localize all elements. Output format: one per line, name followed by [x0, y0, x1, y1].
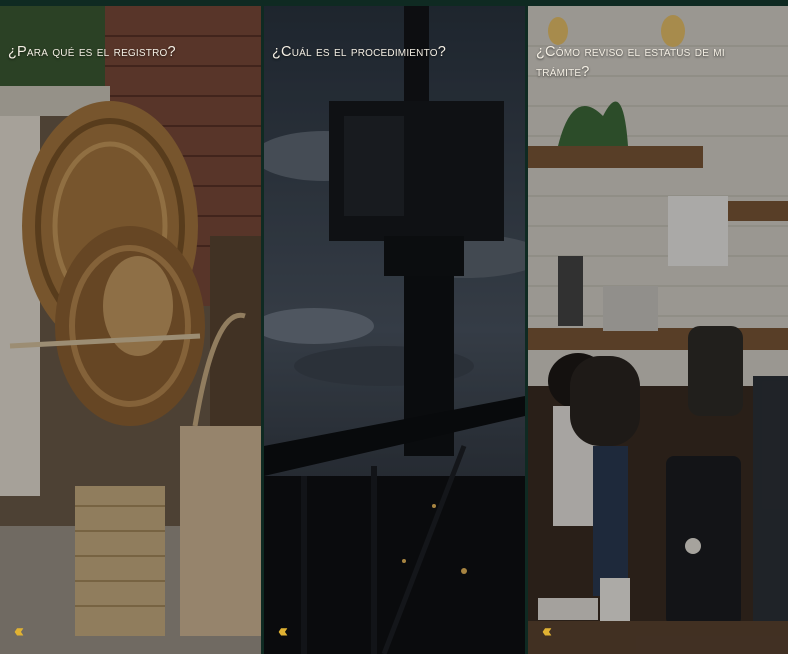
chevrons-left-icon[interactable]: ‹‹‹: [14, 621, 24, 642]
card-title: ¿Cómo reviso el estatus de mi trámite?: [536, 44, 725, 80]
card-registro[interactable]: ¿Para qué es el registro? ‹‹‹: [0, 6, 261, 654]
image-overlay: [264, 6, 525, 654]
card-carousel: ¿Para qué es el registro? ‹‹‹ ¿Cuál es e…: [0, 0, 788, 654]
chevrons-left-icon[interactable]: ‹‹‹: [278, 621, 288, 642]
image-overlay: [528, 6, 788, 654]
image-overlay: [0, 6, 261, 654]
card-title: ¿Cuál es el procedimiento?: [272, 44, 446, 60]
card-title: ¿Para qué es el registro?: [8, 44, 176, 60]
card-procedimiento[interactable]: ¿Cuál es el procedimiento? ‹‹‹: [264, 6, 525, 654]
chevrons-left-icon[interactable]: ‹‹‹: [542, 621, 552, 642]
card-estatus[interactable]: ¿Cómo reviso el estatus de mi trámite? ‹…: [528, 6, 788, 654]
